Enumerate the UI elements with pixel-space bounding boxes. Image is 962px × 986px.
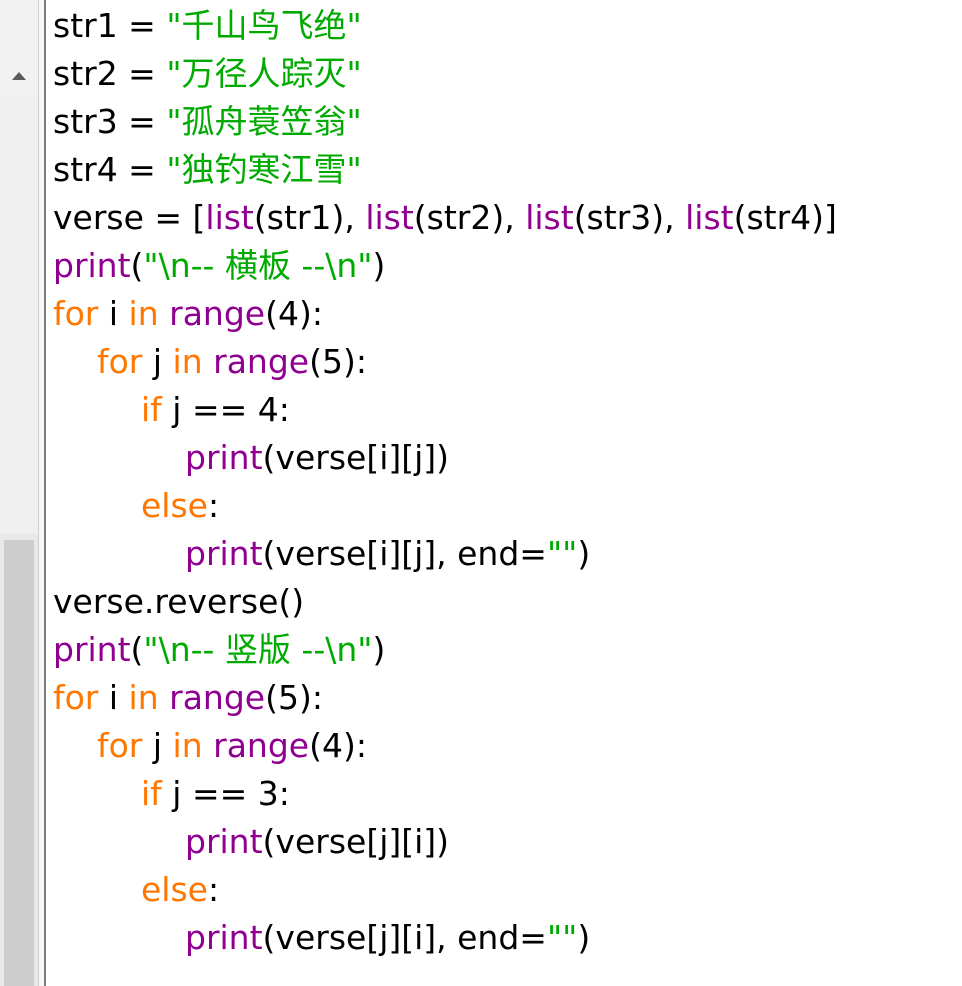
code-line[interactable]: verse = [list(str1), list(str2), list(st…	[53, 194, 837, 242]
code-token-keyword: if	[141, 774, 162, 813]
code-line[interactable]: print("\n-- 横板 --\n")	[53, 242, 385, 290]
code-token-plain: :	[207, 870, 220, 909]
code-token-plain: j == 3:	[161, 774, 290, 813]
code-line[interactable]: for j in range(4):	[97, 722, 367, 770]
code-token-builtin: list	[365, 198, 414, 237]
code-line[interactable]: str1 = "千山鸟飞绝"	[53, 2, 362, 50]
code-token-plain: (4):	[265, 294, 323, 333]
code-token-string: "\n-- 横板 --\n"	[143, 246, 373, 285]
code-token-plain: (4):	[309, 726, 367, 765]
code-token-string: "独钓寒江雪"	[166, 150, 362, 189]
code-token-plain: (verse[i][j])	[262, 438, 450, 477]
code-line[interactable]: verse.reverse()	[53, 578, 304, 626]
code-token-plain: :	[207, 486, 220, 525]
scrollbar-track[interactable]	[0, 94, 38, 534]
code-text-area[interactable]: str1 = "千山鸟飞绝" str2 = "万径人踪灭" str3 = "孤舟蓑笠…	[53, 0, 962, 986]
code-token-builtin: range	[169, 678, 266, 717]
code-token-plain: j	[142, 342, 173, 381]
code-token-string: "\n-- 竖版 --\n"	[143, 630, 373, 669]
code-token-builtin: print	[185, 438, 263, 477]
code-line[interactable]: for j in range(5):	[97, 338, 367, 386]
code-token-plain: )	[372, 630, 386, 669]
code-token-builtin: print	[53, 630, 131, 669]
code-token-builtin: print	[185, 534, 263, 573]
code-token-builtin: range	[169, 294, 266, 333]
code-token-plain: (str1),	[253, 198, 366, 237]
code-line[interactable]: else:	[141, 866, 219, 914]
code-token-keyword: if	[141, 390, 162, 429]
code-token-plain: (verse[i][j], end=	[262, 534, 547, 573]
code-token-string: "孤舟蓑笠翁"	[166, 102, 362, 141]
code-token-plain: j == 4:	[161, 390, 290, 429]
code-token-keyword: in	[128, 294, 159, 333]
code-token-string: "千山鸟飞绝"	[166, 6, 362, 45]
code-token-keyword: in	[128, 678, 159, 717]
code-token-plain: verse.reverse()	[53, 582, 305, 621]
code-line[interactable]: str2 = "万径人踪灭"	[53, 50, 362, 98]
code-token-string: ""	[546, 534, 578, 573]
code-token-plain: (	[130, 630, 144, 669]
code-token-builtin: range	[213, 342, 310, 381]
code-token-plain: )	[372, 246, 386, 285]
code-token-keyword: in	[172, 726, 203, 765]
code-token-plain: str3 =	[53, 102, 167, 141]
code-token-plain: (5):	[265, 678, 323, 717]
code-line[interactable]: if j == 4:	[141, 386, 290, 434]
code-token-plain: (verse[j][i], end=	[262, 918, 547, 957]
code-token-plain: (	[130, 246, 144, 285]
code-token-builtin: range	[213, 726, 310, 765]
code-token-plain: )	[577, 534, 591, 573]
code-token-plain: j	[142, 726, 173, 765]
code-token-plain: i	[98, 678, 129, 717]
code-token-plain: verse = [	[53, 198, 206, 237]
code-token-plain: (str4)]	[733, 198, 837, 237]
code-editor-window: str1 = "千山鸟飞绝" str2 = "万径人踪灭" str3 = "孤舟蓑笠…	[0, 0, 962, 986]
code-line[interactable]: print(verse[i][j])	[185, 434, 449, 482]
triangle-up-icon	[12, 72, 26, 80]
code-line[interactable]: print("\n-- 竖版 --\n")	[53, 626, 385, 674]
code-line[interactable]: for i in range(4):	[53, 290, 323, 338]
code-token-builtin: print	[185, 918, 263, 957]
scrollbar-top-cap	[0, 0, 38, 58]
code-token-plain: (str2),	[413, 198, 526, 237]
code-line[interactable]: for i in range(5):	[53, 674, 323, 722]
code-token-plain: (str3),	[573, 198, 686, 237]
code-line[interactable]: print(verse[i][j], end="")	[185, 530, 590, 578]
code-token-builtin: list	[205, 198, 254, 237]
code-token-keyword: else	[141, 486, 208, 525]
vertical-scrollbar[interactable]	[0, 0, 39, 986]
scroll-up-button[interactable]	[0, 58, 38, 94]
code-token-plain: i	[98, 294, 129, 333]
code-token-keyword: for	[53, 678, 99, 717]
code-line[interactable]: print(verse[j][i], end="")	[185, 914, 590, 962]
code-line[interactable]: print(verse[j][i])	[185, 818, 449, 866]
code-token-builtin: print	[185, 822, 263, 861]
code-token-plain: (verse[j][i])	[262, 822, 450, 861]
code-line[interactable]: str3 = "孤舟蓑笠翁"	[53, 98, 362, 146]
code-token-string: "万径人踪灭"	[166, 54, 362, 93]
code-token-keyword: for	[97, 726, 143, 765]
code-token-plain: (5):	[309, 342, 367, 381]
code-token-keyword: else	[141, 870, 208, 909]
code-token-plain: str1 =	[53, 6, 167, 45]
code-token-string: ""	[546, 918, 578, 957]
code-line[interactable]: else:	[141, 482, 219, 530]
code-token-keyword: for	[53, 294, 99, 333]
code-line[interactable]: str4 = "独钓寒江雪"	[53, 146, 362, 194]
code-token-plain: )	[577, 918, 591, 957]
code-token-plain: str4 =	[53, 150, 167, 189]
code-token-keyword: in	[172, 342, 203, 381]
code-line[interactable]: if j == 3:	[141, 770, 290, 818]
scrollbar-thumb[interactable]	[4, 540, 34, 986]
code-token-builtin: list	[685, 198, 734, 237]
code-token-plain: str2 =	[53, 54, 167, 93]
editor-left-border	[38, 0, 46, 986]
code-token-builtin: list	[525, 198, 574, 237]
code-token-keyword: for	[97, 342, 143, 381]
code-token-builtin: print	[53, 246, 131, 285]
